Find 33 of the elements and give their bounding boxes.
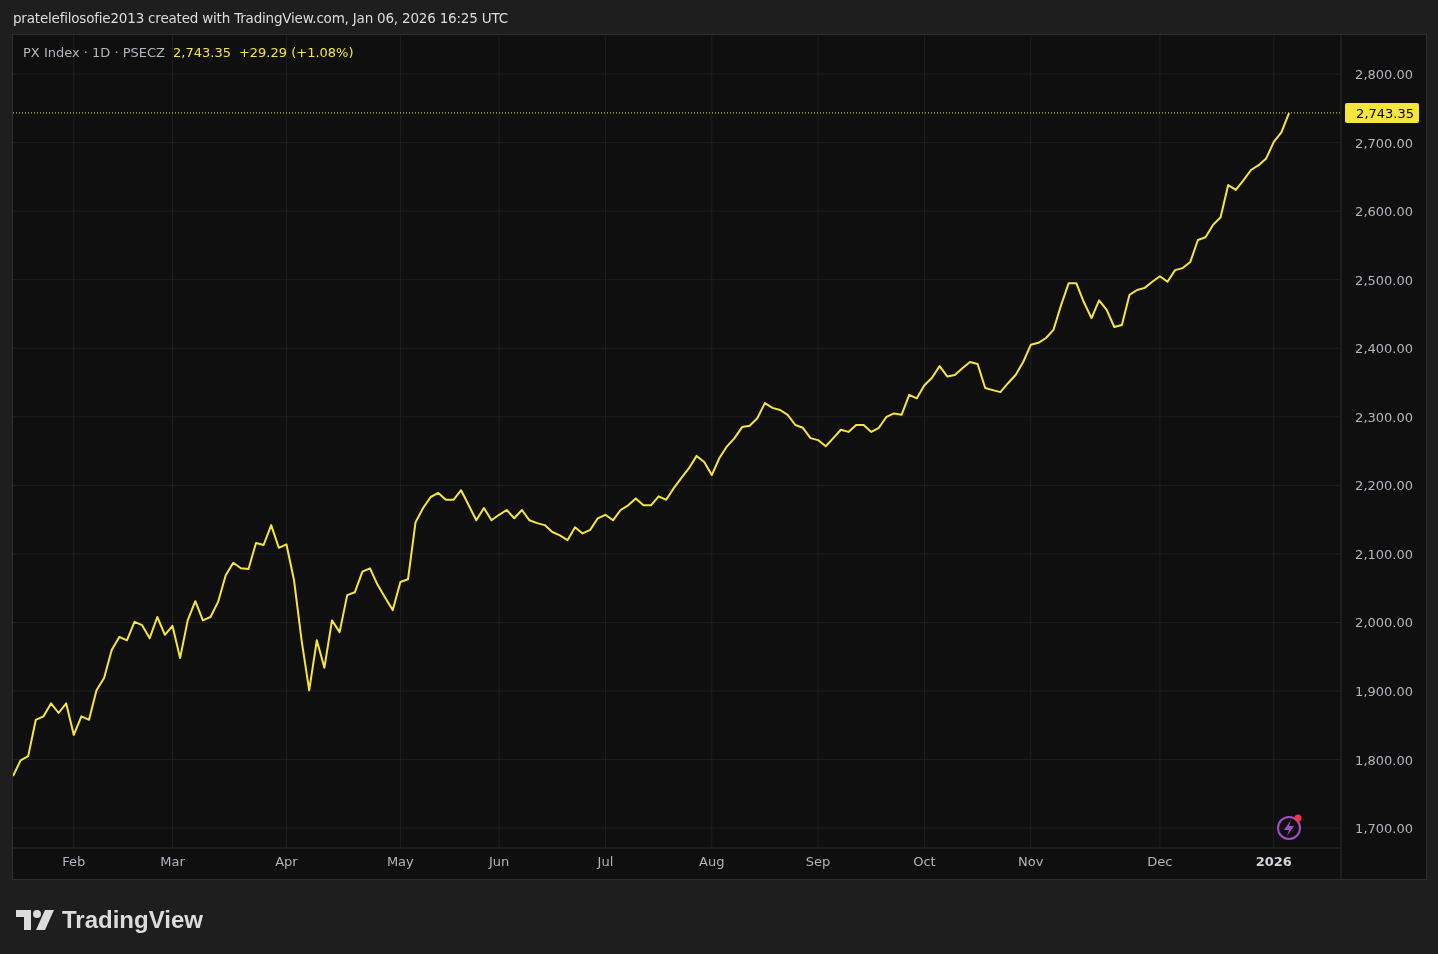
price-axis-label: 1,900.00 (1355, 684, 1413, 699)
price-axis-label: 2,400.00 (1355, 341, 1413, 357)
lightning-icon[interactable] (1277, 814, 1302, 840)
time-axis-label: Jul (597, 854, 614, 869)
price-axis-label: 2,000.00 (1355, 615, 1413, 631)
price-axis-label: 2,600.00 (1355, 204, 1413, 220)
time-axis-label: Sep (805, 854, 831, 869)
price-axis-label: 2,200.00 (1355, 478, 1413, 494)
price-axis-label: 2,300.00 (1355, 409, 1413, 425)
time-axis-label: Feb (62, 854, 86, 869)
last-price: 2,743.35 (173, 45, 231, 60)
ref-line-label: 2,743.35 (1356, 105, 1414, 121)
price-axis-label: 1,800.00 (1355, 752, 1413, 768)
time-axis-label: 2026 (1255, 854, 1292, 869)
time-axis-label: Oct (913, 854, 936, 869)
last-price-badge: 2,743.35 (1345, 102, 1419, 123)
price-axis-label: 2,500.00 (1355, 272, 1413, 288)
time-axis-label: Apr (275, 854, 298, 869)
chart-credit: pratelefilosofie2013 created with TradingView.com, Jan 06, 2026 16:25 UTC (12, 9, 509, 28)
time-axis-label: Mar (160, 854, 185, 869)
time-axis-label: Jun (488, 854, 510, 869)
logo-icon (16, 910, 54, 930)
price-axis-label: 2,700.00 (1355, 135, 1413, 151)
time-axis-label: Nov (1018, 854, 1044, 869)
price-axis-label: 2,800.00 (1355, 67, 1413, 83)
time-axis-label: Dec (1147, 854, 1173, 869)
price-change: +29.29 (+1.08%) (238, 45, 354, 60)
symbol-title[interactable]: PX Index · 1D · PSECZ (23, 45, 166, 60)
price-axis-label: 2,100.00 (1355, 546, 1413, 562)
price-axis-label: 1,700.00 (1355, 821, 1413, 837)
time-axis-label: May (386, 854, 414, 869)
time-axis-label: Aug (699, 854, 725, 869)
logo-text: TradingView (62, 906, 203, 934)
